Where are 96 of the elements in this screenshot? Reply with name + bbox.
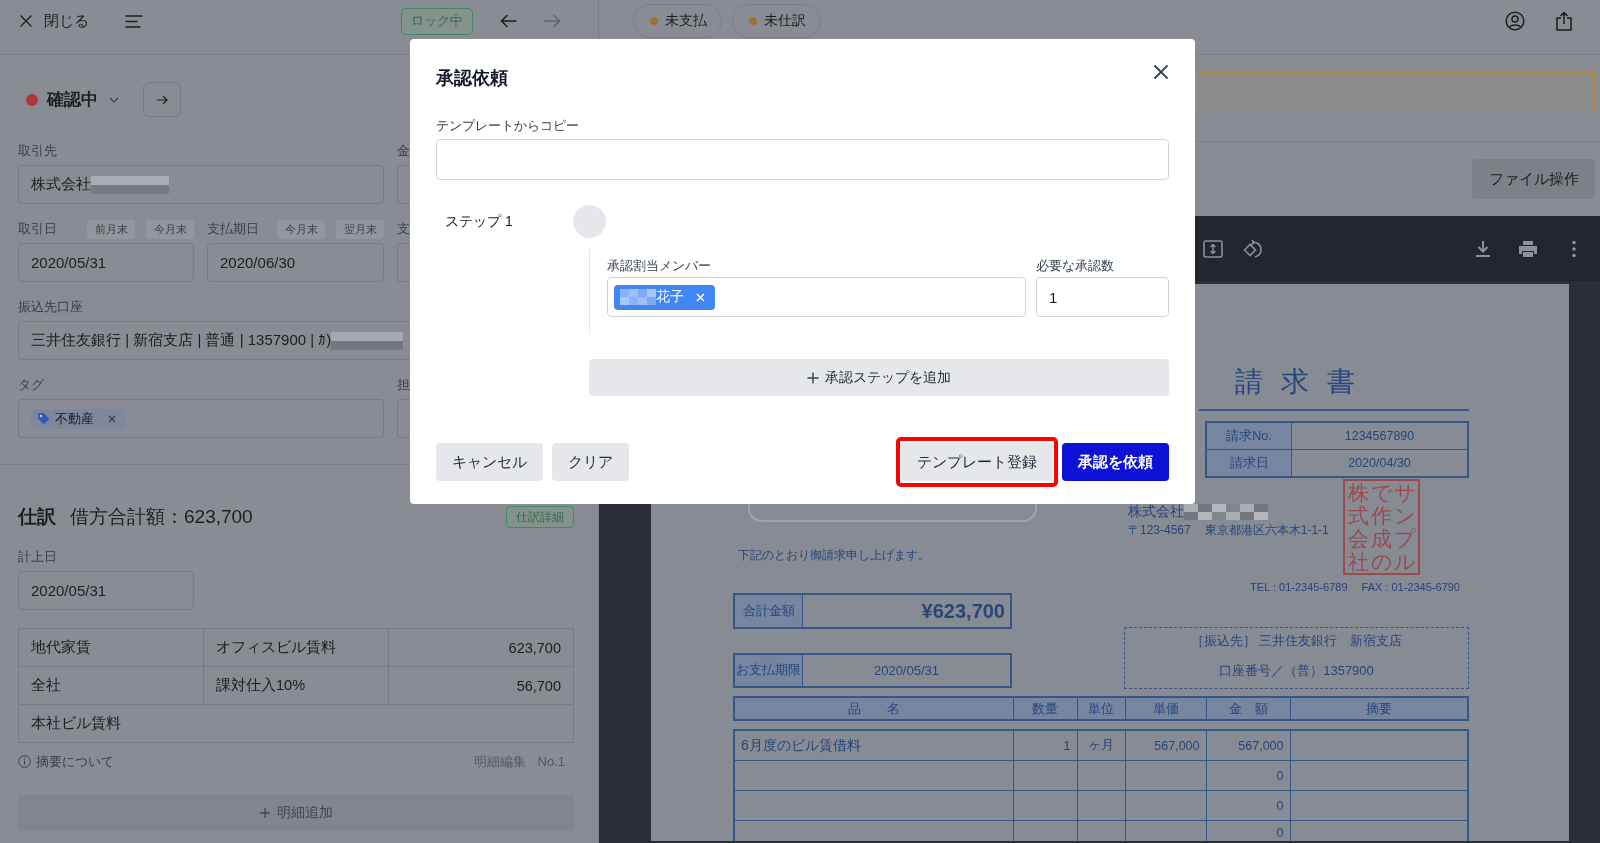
fax-number: FAX : 01-2345-6790 (1361, 581, 1460, 594)
close-button[interactable]: 閉じる (20, 11, 89, 31)
action-button[interactable]: キャンセル (436, 443, 543, 481)
chevron-down-icon (109, 96, 119, 103)
table-cell-text: ¥623,700 (920, 598, 1006, 624)
invoice-title: 請 求 書 (1235, 366, 1360, 397)
tag-chip[interactable]: 不動産 (31, 408, 125, 429)
print-icon[interactable] (1518, 239, 1538, 258)
member-field[interactable]: 花子 (607, 277, 1026, 317)
close-icon[interactable] (1154, 65, 1168, 79)
status-dot-icon (749, 17, 757, 25)
menu-icon[interactable] (125, 14, 143, 28)
bank-info-text: 口座番号／（普）1357900 (1219, 662, 1374, 680)
tag-icon (37, 412, 50, 425)
field-label: 担 (397, 377, 410, 394)
field-label: テンプレートからコピー (436, 118, 579, 134)
arrow-left-icon[interactable] (500, 14, 517, 28)
template-input-field[interactable] (436, 139, 1169, 180)
table-cell: お支払期限 (735, 655, 803, 686)
table-cell: オフィスビル賃料 (203, 628, 389, 667)
table-cell: 請求No. (1206, 422, 1292, 450)
add-line-button[interactable]: 明細追加 (18, 795, 574, 831)
address-text: 東京都港区六本木1-1-1 (1204, 523, 1329, 537)
submit-button[interactable]: 承認を依頼 (1062, 443, 1169, 481)
date-shortcut-button[interactable]: 今月末 (277, 220, 325, 239)
table-cell: 課対仕入10% (203, 666, 389, 705)
status-dropdown[interactable]: 確認中 (47, 88, 119, 111)
field-label: 支 (397, 221, 410, 238)
table-cell: 全社 (18, 666, 204, 705)
table-cell: ヶ月 (1077, 730, 1125, 761)
date-field[interactable]: 2020/05/31 (18, 571, 194, 610)
info-icon (18, 755, 31, 768)
tag-field[interactable]: 不動産 (18, 399, 384, 438)
table-cell: 6月度のビル賃借料 (734, 730, 1013, 761)
table-cell: 56,700 (388, 666, 574, 705)
download-icon[interactable] (1474, 239, 1492, 258)
section-title: 仕訳 (18, 505, 56, 529)
lock-badge: ロック中 (401, 7, 473, 35)
plus-icon (259, 807, 271, 819)
table-cell: 合計金額 (735, 595, 803, 627)
action-button[interactable]: テンプレート登録 (901, 443, 1053, 481)
table-cell: 本社ビル賃料 (18, 704, 574, 743)
field-label: 取引先 (18, 143, 58, 160)
table-cell: 567,000 (1125, 730, 1206, 761)
table-cell-text: 2020/05/31 (872, 662, 941, 680)
date-shortcut-button[interactable]: 前月末 (87, 220, 135, 239)
more-icon[interactable] (1572, 239, 1576, 258)
debit-total-text: 借方合計額：623,700 (70, 505, 253, 529)
partner-field[interactable]: 株式会社 (18, 165, 384, 204)
date-field[interactable]: 2020/06/30 (207, 243, 384, 282)
table-cell: 623,700 (388, 628, 574, 667)
field-label: 取引日 (18, 221, 57, 238)
action-button[interactable]: クリア (552, 443, 629, 481)
status-dot-icon (650, 17, 658, 25)
date-shortcut-button[interactable]: 翌月末 (336, 220, 384, 239)
user-icon[interactable] (1505, 11, 1525, 31)
field-label: 承認割当メンバー (607, 259, 711, 273)
date-field[interactable]: 2020/05/31 (18, 243, 194, 282)
company-name: 株式会社 (1128, 503, 1184, 521)
postal-code: 〒123-4567 (1128, 523, 1191, 537)
remove-icon[interactable] (108, 414, 116, 423)
table-cell: 0 (1206, 790, 1290, 821)
field-label: 計上日 (18, 549, 57, 566)
arrow-right-icon (156, 94, 168, 105)
plus-icon (807, 371, 819, 384)
share-icon[interactable] (1555, 11, 1573, 31)
rotate-icon[interactable] (1243, 238, 1263, 259)
status-dot (26, 93, 38, 106)
fit-page-icon[interactable] (1203, 238, 1223, 259)
seal-text: サンプル (1394, 481, 1415, 574)
note-link[interactable]: 摘要について (18, 752, 114, 771)
invoice-message: 下記のとおり御請求申し上げます。 (738, 548, 930, 562)
field-label: タグ (18, 377, 45, 394)
file-menu-button[interactable]: ファイル操作 (1472, 159, 1595, 199)
phone-number: TEL : 01-2345-6789 (1250, 581, 1348, 594)
bank-account-field[interactable]: 三井住友銀行 | 新宿支店 | 普通 | 1357900 | ｶ) (18, 321, 410, 360)
field-label: 振込先口座 (18, 299, 84, 316)
table-cell: 567,000 (1206, 730, 1290, 761)
field-label: 必要な承認数 (1036, 259, 1114, 273)
table-cell: 1 (1013, 730, 1077, 761)
seal-text: 株式会社 (1348, 481, 1369, 574)
dialog-title: 承認依頼 (436, 67, 508, 90)
date-shortcut-button[interactable]: 今月末 (146, 220, 194, 239)
step-marker-icon (573, 205, 606, 238)
seal-text: で作成の (1371, 481, 1392, 574)
table-cell: 0 (1206, 760, 1290, 791)
approval-count-field[interactable]: 1 (1036, 277, 1169, 317)
field-label: 支払期日 (207, 221, 259, 238)
bank-info-text: ［振込先］ 三井住友銀行 新宿支店 (1190, 632, 1403, 650)
add-step-button[interactable]: 承認ステップを追加 (589, 359, 1169, 396)
field-label: 金 (397, 143, 410, 160)
table-cell: 地代家賃 (18, 628, 204, 667)
step-label: ステップ 1 (444, 212, 514, 231)
table-cell: 請求日 (1206, 449, 1292, 477)
member-chip[interactable]: 花子 (614, 284, 715, 310)
close-icon (20, 15, 32, 27)
